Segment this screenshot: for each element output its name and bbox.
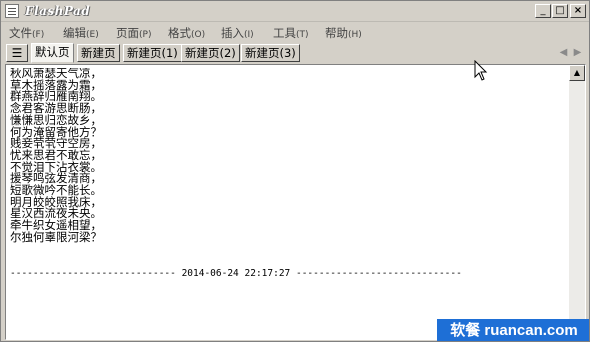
tab-new-page-3[interactable]: 新建页(3) xyxy=(241,44,300,62)
menu-help[interactable]: 帮助(H) xyxy=(325,25,362,41)
tab-new-page-1[interactable]: 新建页(1) xyxy=(123,44,182,62)
text-editor[interactable]: 秋风萧瑟天气凉， 草木摇落露为霜， 群燕辞归雁南翔。 念君客游思断肠， 慊慊思归恋故乡，… xyxy=(5,64,586,340)
menu-page[interactable]: 页面(P) xyxy=(116,25,151,41)
mouse-cursor-icon xyxy=(474,60,488,81)
menu-tools[interactable]: 工具(T) xyxy=(273,25,309,41)
title-bar[interactable]: FlashPad _ □ × xyxy=(1,1,589,22)
close-button[interactable]: × xyxy=(570,4,586,18)
tab-bar: ☰ 默认页 新建页 新建页(1) 新建页(2) 新建页(3) ◀ ▶ xyxy=(1,42,589,64)
tab-list-menu-icon[interactable]: ☰ xyxy=(6,44,28,62)
tab-default-page[interactable]: 默认页 xyxy=(31,43,74,63)
window-title: FlashPad xyxy=(25,4,91,18)
menu-insert[interactable]: 插入(I) xyxy=(221,25,254,41)
menu-bar: 文件(F) 编辑(E) 页面(P) 格式(O) 插入(I) 工具(T) 帮助(H… xyxy=(1,22,589,41)
vertical-scrollbar[interactable]: ▲ ▼ xyxy=(569,65,585,339)
editor-text[interactable]: 秋风萧瑟天气凉， 草木摇落露为霜， 群燕辞归雁南翔。 念君客游思断肠， 慊慊思归恋故乡，… xyxy=(10,68,570,336)
scroll-up-icon[interactable]: ▲ xyxy=(569,65,585,81)
tab-new-page-2[interactable]: 新建页(2) xyxy=(181,44,240,62)
menu-edit[interactable]: 编辑(E) xyxy=(63,25,99,41)
tab-new-page[interactable]: 新建页 xyxy=(77,44,120,62)
app-notepad-icon[interactable] xyxy=(5,4,19,18)
flashpad-window: FlashPad _ □ × 文件(F) 编辑(E) 页面(P) 格式(O) 插… xyxy=(0,0,590,342)
timestamp-line: ----------------------------- 2014-06-24… xyxy=(10,268,462,279)
menu-format[interactable]: 格式(O) xyxy=(168,25,205,41)
editor-line: 尔独何辜限河梁？ xyxy=(10,229,102,244)
minimize-button[interactable]: _ xyxy=(535,4,551,18)
maximize-button[interactable]: □ xyxy=(552,4,568,18)
watermark: 软餐 ruancan.com xyxy=(437,319,589,341)
tab-scroll-right-icon[interactable]: ▶ xyxy=(571,45,584,60)
tab-scroll-left-icon[interactable]: ◀ xyxy=(557,45,570,60)
menu-file[interactable]: 文件(F) xyxy=(9,25,44,41)
